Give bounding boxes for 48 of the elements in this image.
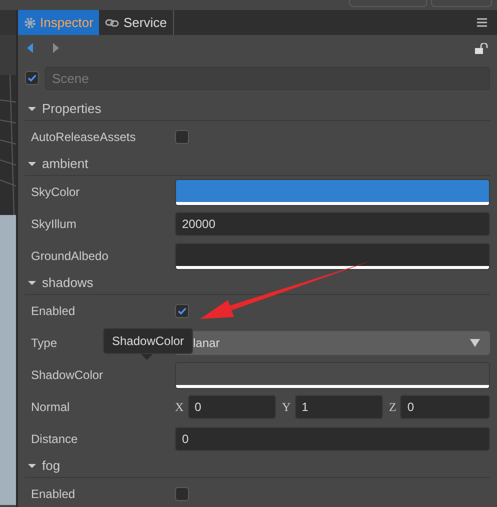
number-field[interactable]: 0	[175, 427, 490, 451]
number-field[interactable]: 1	[294, 395, 383, 419]
section-header[interactable]: ambient	[25, 153, 490, 176]
property-label: Type	[31, 335, 58, 352]
property-label: Enabled	[31, 486, 76, 503]
caret-icon[interactable]	[28, 105, 36, 113]
name-field[interactable]: Scene	[45, 67, 490, 90]
color-field[interactable]	[175, 242, 490, 270]
checkbox[interactable]	[175, 130, 189, 144]
caret-icon[interactable]	[28, 279, 36, 287]
back-arrow-icon[interactable]	[26, 43, 34, 53]
property-label: SkyColor	[31, 184, 80, 201]
color-field[interactable]	[175, 362, 490, 388]
number-field[interactable]: 0	[400, 395, 490, 419]
unlock-icon[interactable]	[475, 43, 488, 54]
tooltip: ShadowColor	[103, 328, 194, 360]
color-field[interactable]	[175, 178, 490, 206]
property-label: SkyIllum	[31, 216, 76, 233]
gear-icon	[24, 16, 36, 28]
number-field[interactable]: 20000	[175, 212, 490, 236]
property-label: Distance	[31, 431, 78, 448]
checkbox[interactable]	[175, 487, 189, 501]
number-field[interactable]: 0	[188, 395, 276, 419]
link-icon	[105, 18, 120, 28]
property-label: Normal	[31, 399, 70, 416]
property-label: GroundAlbedo	[31, 248, 108, 265]
axis-label: Y	[282, 399, 291, 416]
property-label: Enabled	[31, 303, 76, 320]
section-header[interactable]: fog	[25, 455, 490, 478]
menu-icon[interactable]	[477, 18, 487, 27]
axis-label: Z	[389, 399, 396, 416]
caret-icon[interactable]	[28, 160, 36, 168]
section-title: shadows	[42, 274, 94, 292]
property-label: AutoReleaseAssets	[31, 129, 136, 146]
checkbox[interactable]	[175, 304, 189, 318]
section-title: Properties	[42, 100, 102, 118]
dropdown-arrow-icon	[470, 339, 480, 347]
checkbox[interactable]	[25, 71, 39, 85]
section-title: ambient	[42, 155, 88, 174]
axis-label: X	[175, 399, 184, 416]
checkmark-icon	[177, 306, 187, 316]
tab[interactable]: Service	[99, 10, 174, 35]
caret-icon[interactable]	[28, 462, 36, 470]
checkmark-icon	[27, 73, 37, 83]
property-label: ShadowColor	[31, 367, 104, 384]
forward-arrow-icon[interactable]	[52, 43, 60, 53]
section-header[interactable]: Properties	[25, 98, 490, 121]
section-title: fog	[42, 457, 60, 476]
